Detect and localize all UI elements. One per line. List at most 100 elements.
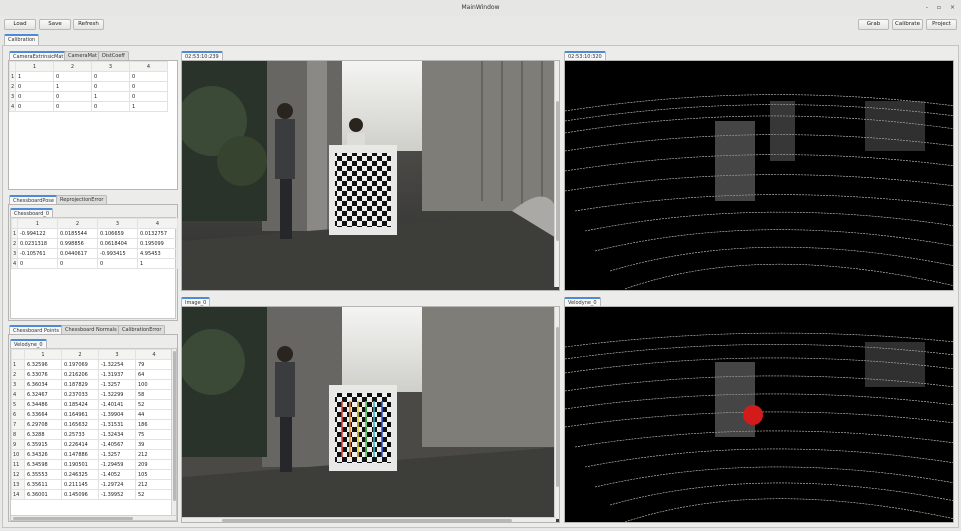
table-row[interactable]: 30010 xyxy=(9,91,168,102)
tab-camera-mat[interactable]: CameraMat xyxy=(64,51,101,60)
table-cell[interactable]: -1.29459 xyxy=(98,459,136,470)
table-cell[interactable]: 0 xyxy=(91,71,130,82)
table-cell[interactable]: -1.3257 xyxy=(98,449,136,460)
table-cell[interactable]: 6.35553 xyxy=(24,469,62,480)
table-cell[interactable]: 0.197069 xyxy=(61,359,99,370)
table-cell[interactable]: 58 xyxy=(135,389,173,400)
table-cell[interactable]: 6.36034 xyxy=(24,379,62,390)
table-cell[interactable]: 0 xyxy=(53,91,92,102)
table-cell[interactable]: 0.195099 xyxy=(137,238,178,249)
table-cell[interactable]: 64 xyxy=(135,369,173,380)
table-cell[interactable]: 6.3288 xyxy=(24,429,62,440)
table-cell[interactable]: -1.4052 xyxy=(98,469,136,480)
tab-calibration-error[interactable]: CalibrationError xyxy=(118,325,166,334)
tab-camera-timestamp[interactable]: 02:53:10:239 xyxy=(181,51,223,60)
close-icon[interactable]: × xyxy=(950,0,955,16)
table-cell[interactable]: 0.106659 xyxy=(97,228,138,239)
table-cell[interactable]: 0.164961 xyxy=(61,409,99,420)
table-row[interactable]: 2 0.0231318 0.998856 0.0618404 0.195099 xyxy=(11,238,178,249)
table-row[interactable]: 3 6.36034 0.187829 -1.3257 100 xyxy=(11,379,173,390)
tab-chessboard-pose[interactable]: ChessboardPose xyxy=(9,195,58,204)
table-cell[interactable]: 0 xyxy=(53,71,92,82)
points-vertical-scrollbar[interactable] xyxy=(171,349,176,516)
table-row[interactable]: 20100 xyxy=(9,81,168,92)
table-cell[interactable]: -1.39904 xyxy=(98,409,136,420)
image-0-horizontal-scrollbar[interactable] xyxy=(182,517,556,522)
minimize-icon[interactable]: - xyxy=(926,0,928,16)
table-cell[interactable]: 0.147886 xyxy=(61,449,99,460)
table-cell[interactable]: 0.0231318 xyxy=(17,238,58,249)
image-0-view[interactable] xyxy=(181,306,560,523)
table-cell[interactable]: 6.35915 xyxy=(24,439,62,450)
table-cell[interactable]: -1.32254 xyxy=(98,359,136,370)
table-row[interactable]: 11000 xyxy=(9,71,168,82)
table-row[interactable]: 12 6.35553 0.246325 -1.4052 105 xyxy=(11,469,173,480)
table-cell[interactable]: -1.31937 xyxy=(98,369,136,380)
table-cell[interactable]: 0.216206 xyxy=(61,369,99,380)
maximize-icon[interactable]: ▫ xyxy=(937,0,941,16)
table-row[interactable]: 7 6.29708 0.165632 -1.31531 186 xyxy=(11,419,173,430)
points-horizontal-scrollbar[interactable] xyxy=(11,515,176,520)
tab-reprojection-error[interactable]: ReprojectionError xyxy=(56,195,108,204)
table-cell[interactable]: 0 xyxy=(57,258,98,269)
lidar-view[interactable] xyxy=(564,60,954,291)
table-cell[interactable]: -1.39952 xyxy=(98,489,136,500)
table-cell[interactable]: 0.998856 xyxy=(57,238,98,249)
refresh-button[interactable]: Refresh xyxy=(73,19,104,30)
table-cell[interactable]: 0.0440617 xyxy=(57,248,98,259)
table-cell[interactable]: 1 xyxy=(91,91,130,102)
table-row[interactable]: 9 6.35915 0.226414 -1.40567 39 xyxy=(11,439,173,450)
table-cell[interactable]: 0.25733 xyxy=(61,429,99,440)
table-cell[interactable]: 1 xyxy=(129,101,168,112)
table-cell[interactable]: -0.105761 xyxy=(17,248,58,259)
table-cell[interactable]: 6.36001 xyxy=(24,489,62,500)
project-button[interactable]: Project xyxy=(926,19,957,30)
table-cell[interactable]: 6.33664 xyxy=(24,409,62,420)
table-cell[interactable]: 1 xyxy=(53,81,92,92)
table-cell[interactable]: 0.226414 xyxy=(61,439,99,450)
table-cell[interactable]: -1.3257 xyxy=(98,379,136,390)
table-cell[interactable]: 44 xyxy=(135,409,173,420)
table-cell[interactable]: 0.185424 xyxy=(61,399,99,410)
table-cell[interactable]: 6.34326 xyxy=(24,449,62,460)
table-cell[interactable]: 0.190501 xyxy=(61,459,99,470)
table-cell[interactable]: 6.33076 xyxy=(24,369,62,380)
table-row[interactable]: 13 6.35611 0.211145 -1.29724 212 xyxy=(11,479,173,490)
table-cell[interactable]: 6.35611 xyxy=(24,479,62,490)
velodyne-0-view[interactable] xyxy=(564,306,954,523)
table-row[interactable]: 10 6.34326 0.147886 -1.3257 212 xyxy=(11,449,173,460)
table-cell[interactable]: 39 xyxy=(135,439,173,450)
tab-calibration[interactable]: Calibration xyxy=(4,34,40,45)
table-row[interactable]: 40001 xyxy=(11,258,178,269)
camera-image-view[interactable] xyxy=(181,60,560,291)
table-row[interactable]: 2 6.33076 0.216206 -1.31937 64 xyxy=(11,369,173,380)
table-cell[interactable]: 0 xyxy=(15,101,54,112)
table-cell[interactable]: 0.145096 xyxy=(61,489,99,500)
table-cell[interactable]: 0.165632 xyxy=(61,419,99,430)
tab-camera-extrinsic-mat[interactable]: CameraExtrinsicMat xyxy=(9,51,68,60)
table-cell[interactable]: 0 xyxy=(129,91,168,102)
save-button[interactable]: Save xyxy=(39,19,71,30)
tab-chessboard-points[interactable]: Chessboard Points xyxy=(9,325,63,334)
table-cell[interactable]: 100 xyxy=(135,379,173,390)
table-cell[interactable]: 6.34486 xyxy=(24,399,62,410)
tab-chessboard-0[interactable]: Chessboard_0 xyxy=(10,208,54,217)
table-cell[interactable]: 1 xyxy=(137,258,178,269)
grab-button[interactable]: Grab xyxy=(858,19,889,30)
table-cell[interactable]: 0.187829 xyxy=(61,379,99,390)
table-cell[interactable]: 0 xyxy=(15,91,54,102)
calibrate-button[interactable]: Calibrate xyxy=(892,19,923,30)
table-row[interactable]: 1 6.32596 0.197069 -1.32254 79 xyxy=(11,359,173,370)
load-button[interactable]: Load xyxy=(4,19,36,30)
table-cell[interactable]: 0 xyxy=(91,81,130,92)
table-row[interactable]: 14 6.36001 0.145096 -1.39952 52 xyxy=(11,489,173,500)
table-cell[interactable]: 186 xyxy=(135,419,173,430)
table-cell[interactable]: 0 xyxy=(91,101,130,112)
table-cell[interactable]: 52 xyxy=(135,399,173,410)
table-cell[interactable]: 105 xyxy=(135,469,173,480)
table-cell[interactable]: 4.95453 xyxy=(137,248,178,259)
table-cell[interactable]: 212 xyxy=(135,449,173,460)
table-cell[interactable]: 212 xyxy=(135,479,173,490)
table-cell[interactable]: 0.246325 xyxy=(61,469,99,480)
table-cell[interactable]: 0.211145 xyxy=(61,479,99,490)
